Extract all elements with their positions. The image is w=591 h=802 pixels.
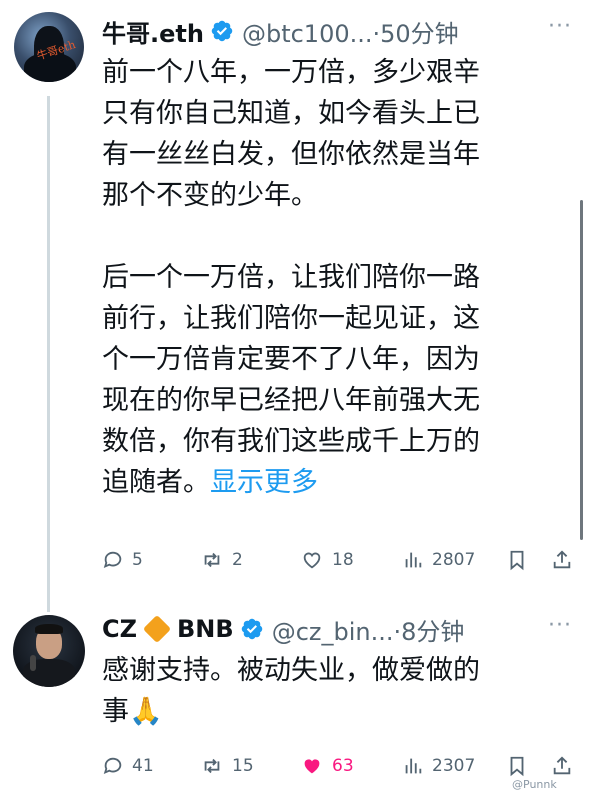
author-name-suffix[interactable]: BNB xyxy=(177,615,234,643)
tweet-text-line: 只有你自己知道，如今看头上已 xyxy=(102,98,480,129)
like-icon xyxy=(304,759,320,774)
avatar-figure-hair xyxy=(35,624,63,634)
tweet-time[interactable]: ·50分钟 xyxy=(373,20,459,48)
like-icon xyxy=(303,552,321,569)
tweet-text-line: 前行，让我们陪你一起见证，这 xyxy=(102,303,480,334)
watermark: @Punnk xyxy=(512,778,557,791)
repost-count: 15 xyxy=(232,756,254,776)
more-icon[interactable]: ··· xyxy=(548,613,572,638)
tweet-text-line: 那个不变的少年。 xyxy=(102,180,318,211)
author-name[interactable]: CZ xyxy=(102,615,137,643)
views-button[interactable]: 2307 xyxy=(402,755,475,777)
author-handle[interactable]: @cz_bin...·8分钟 xyxy=(272,612,465,647)
reply-button[interactable]: 41 xyxy=(102,755,154,777)
bookmark-button[interactable] xyxy=(506,548,536,572)
tweet-text-line: 数倍，你有我们这些成千上万的 xyxy=(102,426,480,457)
tweet-text-line: 前一个八年，一万倍，多少艰辛 xyxy=(102,57,480,88)
avatar-cz[interactable] xyxy=(13,615,85,687)
repost-icon xyxy=(204,758,220,774)
reply-count: 5 xyxy=(132,550,143,570)
reply-icon xyxy=(103,551,122,569)
like-count: 18 xyxy=(332,550,354,570)
tweet-2-header: CZ BNB @cz_bin...·8分钟 xyxy=(102,612,464,646)
repost-count: 2 xyxy=(232,550,243,570)
diamond-icon xyxy=(142,614,172,644)
like-count: 63 xyxy=(332,756,354,776)
views-icon xyxy=(405,758,422,774)
reply-count: 41 xyxy=(132,756,154,776)
repost-button[interactable]: 15 xyxy=(200,755,254,777)
tweet-text-line: 个一万倍肯定要不了八年，因为 xyxy=(102,344,480,375)
like-button[interactable]: 63 xyxy=(300,755,354,777)
tweet-text-line: 感谢支持。被动失业，做爱做的 xyxy=(102,655,480,686)
tweet-text-line-last: 追随者。显示更多 xyxy=(102,462,562,503)
tweet-text-line: 现在的你早已经把八年前强大无 xyxy=(102,385,480,416)
more-icon[interactable]: ··· xyxy=(548,14,572,39)
verified-badge-icon xyxy=(241,618,262,640)
bookmark-button[interactable] xyxy=(506,754,536,778)
tweet-1-text: 前一个八年，一万倍，多少艰辛 只有你自己知道，如今看头上已 有一丝丝白发，但你依… xyxy=(102,52,562,503)
reply-icon xyxy=(103,757,122,775)
tweet-1-header: 牛哥.eth @btc100...·50分钟 xyxy=(102,14,459,48)
repost-icon xyxy=(204,552,220,568)
views-icon xyxy=(405,552,422,568)
share-button[interactable] xyxy=(551,754,581,778)
bookmark-icon xyxy=(510,756,524,777)
tweet-text-line: 后一个一万倍，让我们陪你一路 xyxy=(102,262,480,293)
repost-button[interactable]: 2 xyxy=(200,549,243,571)
views-count: 2307 xyxy=(432,756,476,776)
scrollbar[interactable] xyxy=(580,200,583,540)
bookmark-icon xyxy=(510,550,524,571)
tweet-2-text: 感谢支持。被动失业，做爱做的 事🙏 xyxy=(102,650,572,732)
like-button[interactable]: 18 xyxy=(300,549,354,571)
author-handle[interactable]: @btc100...·50分钟 xyxy=(242,14,459,49)
share-button[interactable] xyxy=(551,548,581,572)
tweet-text-line: 有一丝丝白发，但你依然是当年 xyxy=(102,139,480,170)
tweet-time[interactable]: ·8分钟 xyxy=(393,618,464,646)
tweet-text-line: 事🙏 xyxy=(102,696,163,727)
author-name[interactable]: 牛哥.eth xyxy=(102,14,204,49)
show-more-link[interactable]: 显示更多 xyxy=(210,467,318,498)
views-button[interactable]: 2807 xyxy=(402,549,475,571)
thread-connector-line xyxy=(47,96,50,612)
tweet-text-line: 追随者。 xyxy=(102,467,210,498)
reply-button[interactable]: 5 xyxy=(102,549,143,571)
verified-badge-icon xyxy=(211,20,233,42)
share-icon xyxy=(553,756,571,775)
share-icon xyxy=(553,550,571,569)
views-count: 2807 xyxy=(432,550,476,570)
avatar-niuge[interactable]: 牛哥eth xyxy=(14,12,84,82)
avatar-microphone xyxy=(30,655,36,671)
